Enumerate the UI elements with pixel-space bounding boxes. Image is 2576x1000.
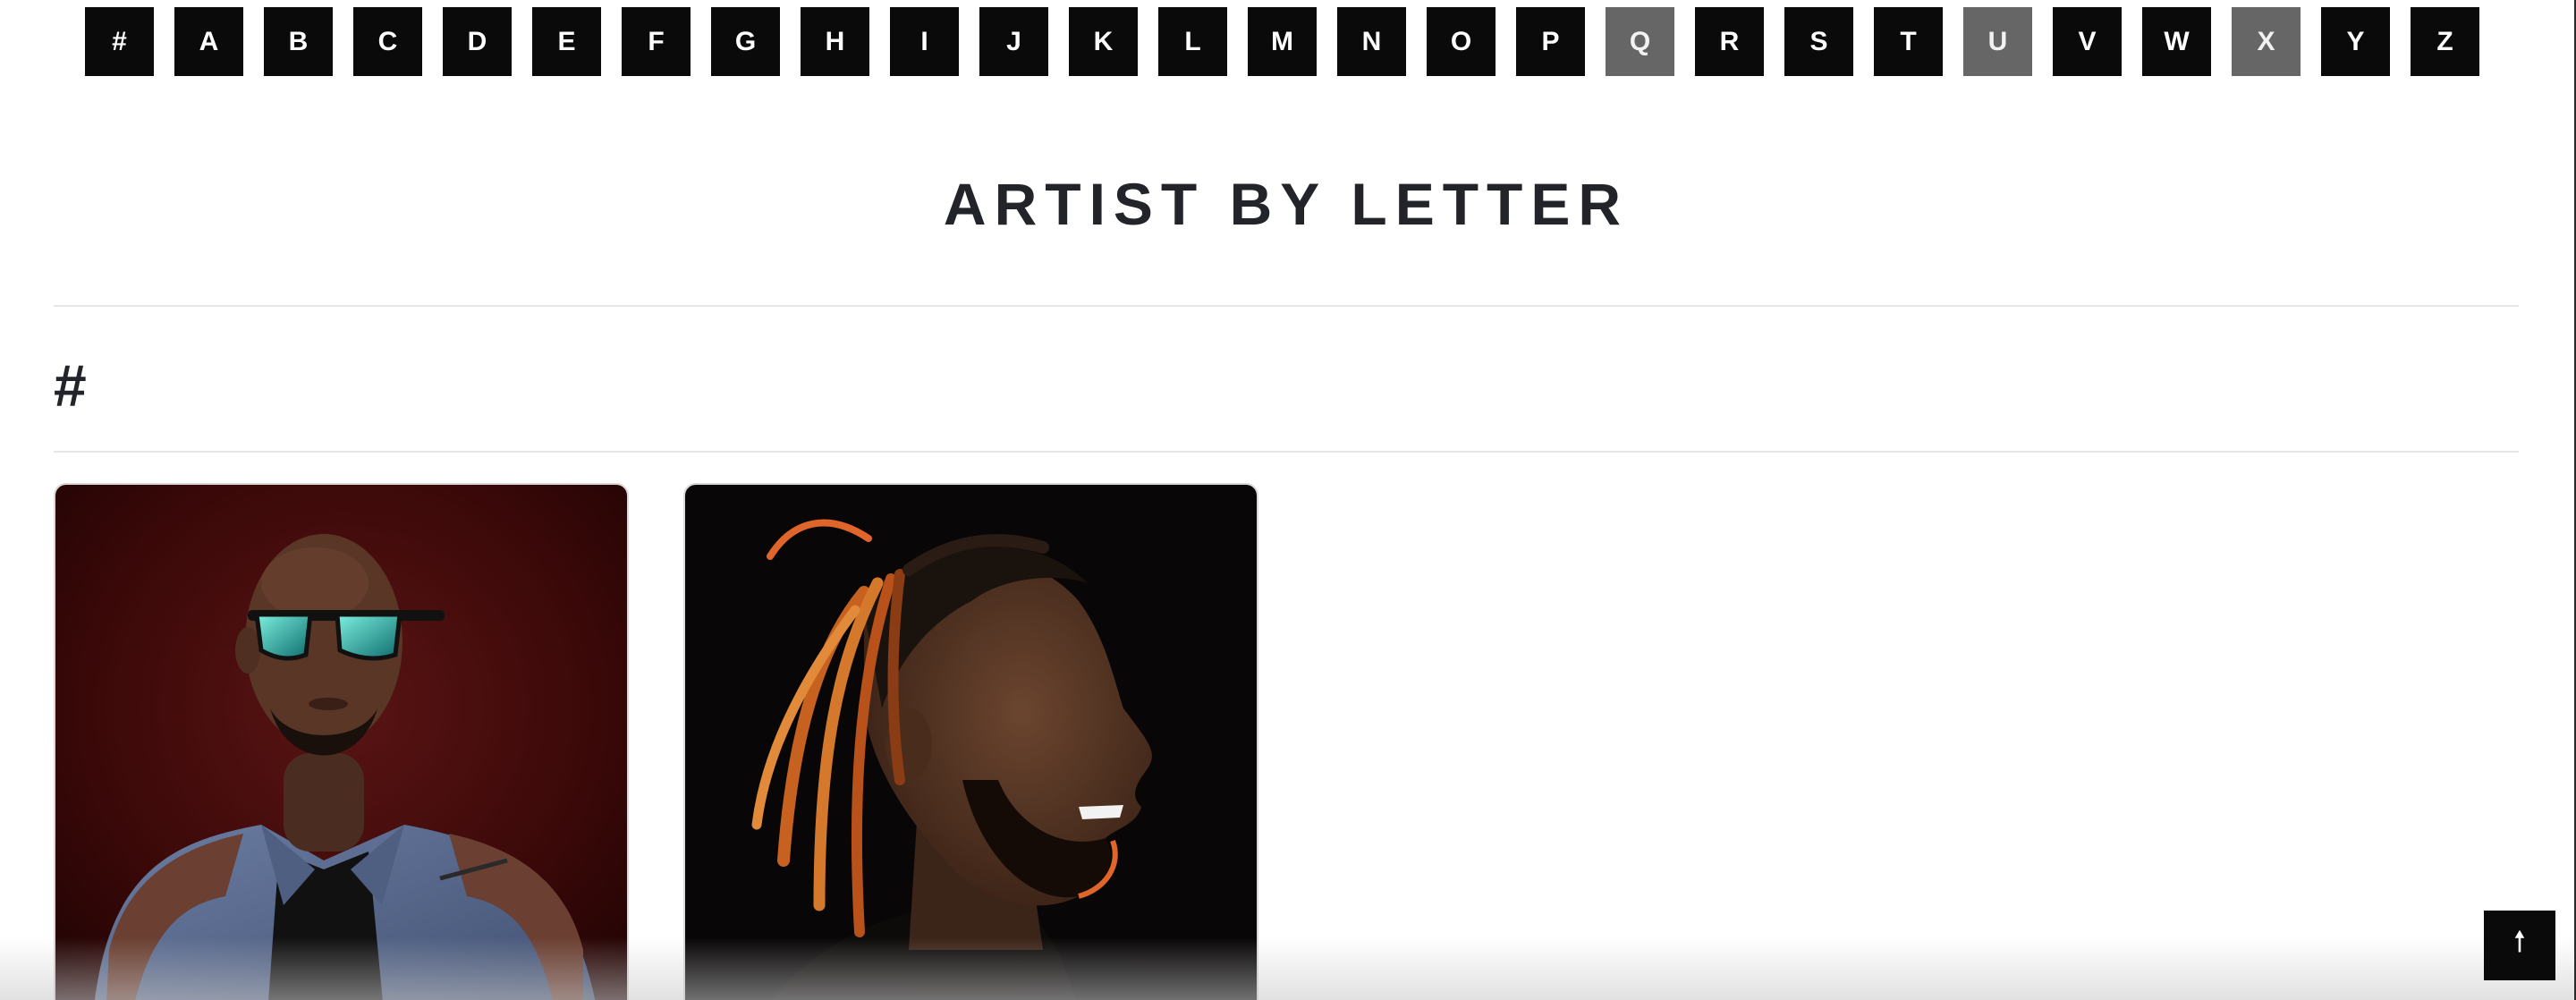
letter-button-a[interactable]: A (174, 7, 243, 76)
letter-button-q: Q (1606, 7, 1674, 76)
letter-button-e[interactable]: E (532, 7, 601, 76)
section-heading: # (54, 352, 87, 419)
letter-button-t[interactable]: T (1874, 7, 1943, 76)
artist-photo (685, 485, 1257, 1000)
letter-button-y[interactable]: Y (2321, 7, 2390, 76)
letter-button-j[interactable]: J (979, 7, 1048, 76)
letter-button-x: X (2232, 7, 2301, 76)
divider (54, 451, 2519, 453)
letter-button-w[interactable]: W (2142, 7, 2211, 76)
artist-card[interactable] (683, 483, 1258, 1000)
letter-button-s[interactable]: S (1784, 7, 1853, 76)
letter-button-o[interactable]: O (1427, 7, 1496, 76)
letter-button-h[interactable]: H (801, 7, 869, 76)
letter-button-z[interactable]: Z (2411, 7, 2479, 76)
letter-button-u: U (1963, 7, 2032, 76)
letter-button-f[interactable]: F (622, 7, 691, 76)
page: # A B C D E F G H I J K L M N O P Q R S T U V W X Y Z ARTIST BY LE… (0, 0, 2576, 1000)
page-title: ARTIST BY LETTER (943, 171, 1630, 237)
letter-button-i[interactable]: I (890, 7, 959, 76)
divider (54, 305, 2519, 307)
arrow-up-icon: 🠕 (2513, 924, 2526, 958)
letter-button-n[interactable]: N (1337, 7, 1406, 76)
letter-button-c[interactable]: C (353, 7, 422, 76)
letter-button-k[interactable]: K (1069, 7, 1138, 76)
artist-photo (55, 485, 627, 1000)
letter-button-r[interactable]: R (1695, 7, 1764, 76)
letter-button-g[interactable]: G (711, 7, 780, 76)
letter-button-b[interactable]: B (264, 7, 333, 76)
letter-button-l[interactable]: L (1158, 7, 1227, 76)
artist-card[interactable] (54, 483, 629, 1000)
letter-button-v[interactable]: V (2053, 7, 2122, 76)
letter-button-m[interactable]: M (1248, 7, 1317, 76)
letter-button-hash[interactable]: # (85, 7, 154, 76)
letter-button-d[interactable]: D (443, 7, 512, 76)
letter-button-p[interactable]: P (1516, 7, 1585, 76)
back-to-top-button[interactable]: 🠕 (2484, 911, 2555, 980)
letter-navigation: # A B C D E F G H I J K L M N O P Q R S T U V W X Y Z (85, 7, 2479, 76)
